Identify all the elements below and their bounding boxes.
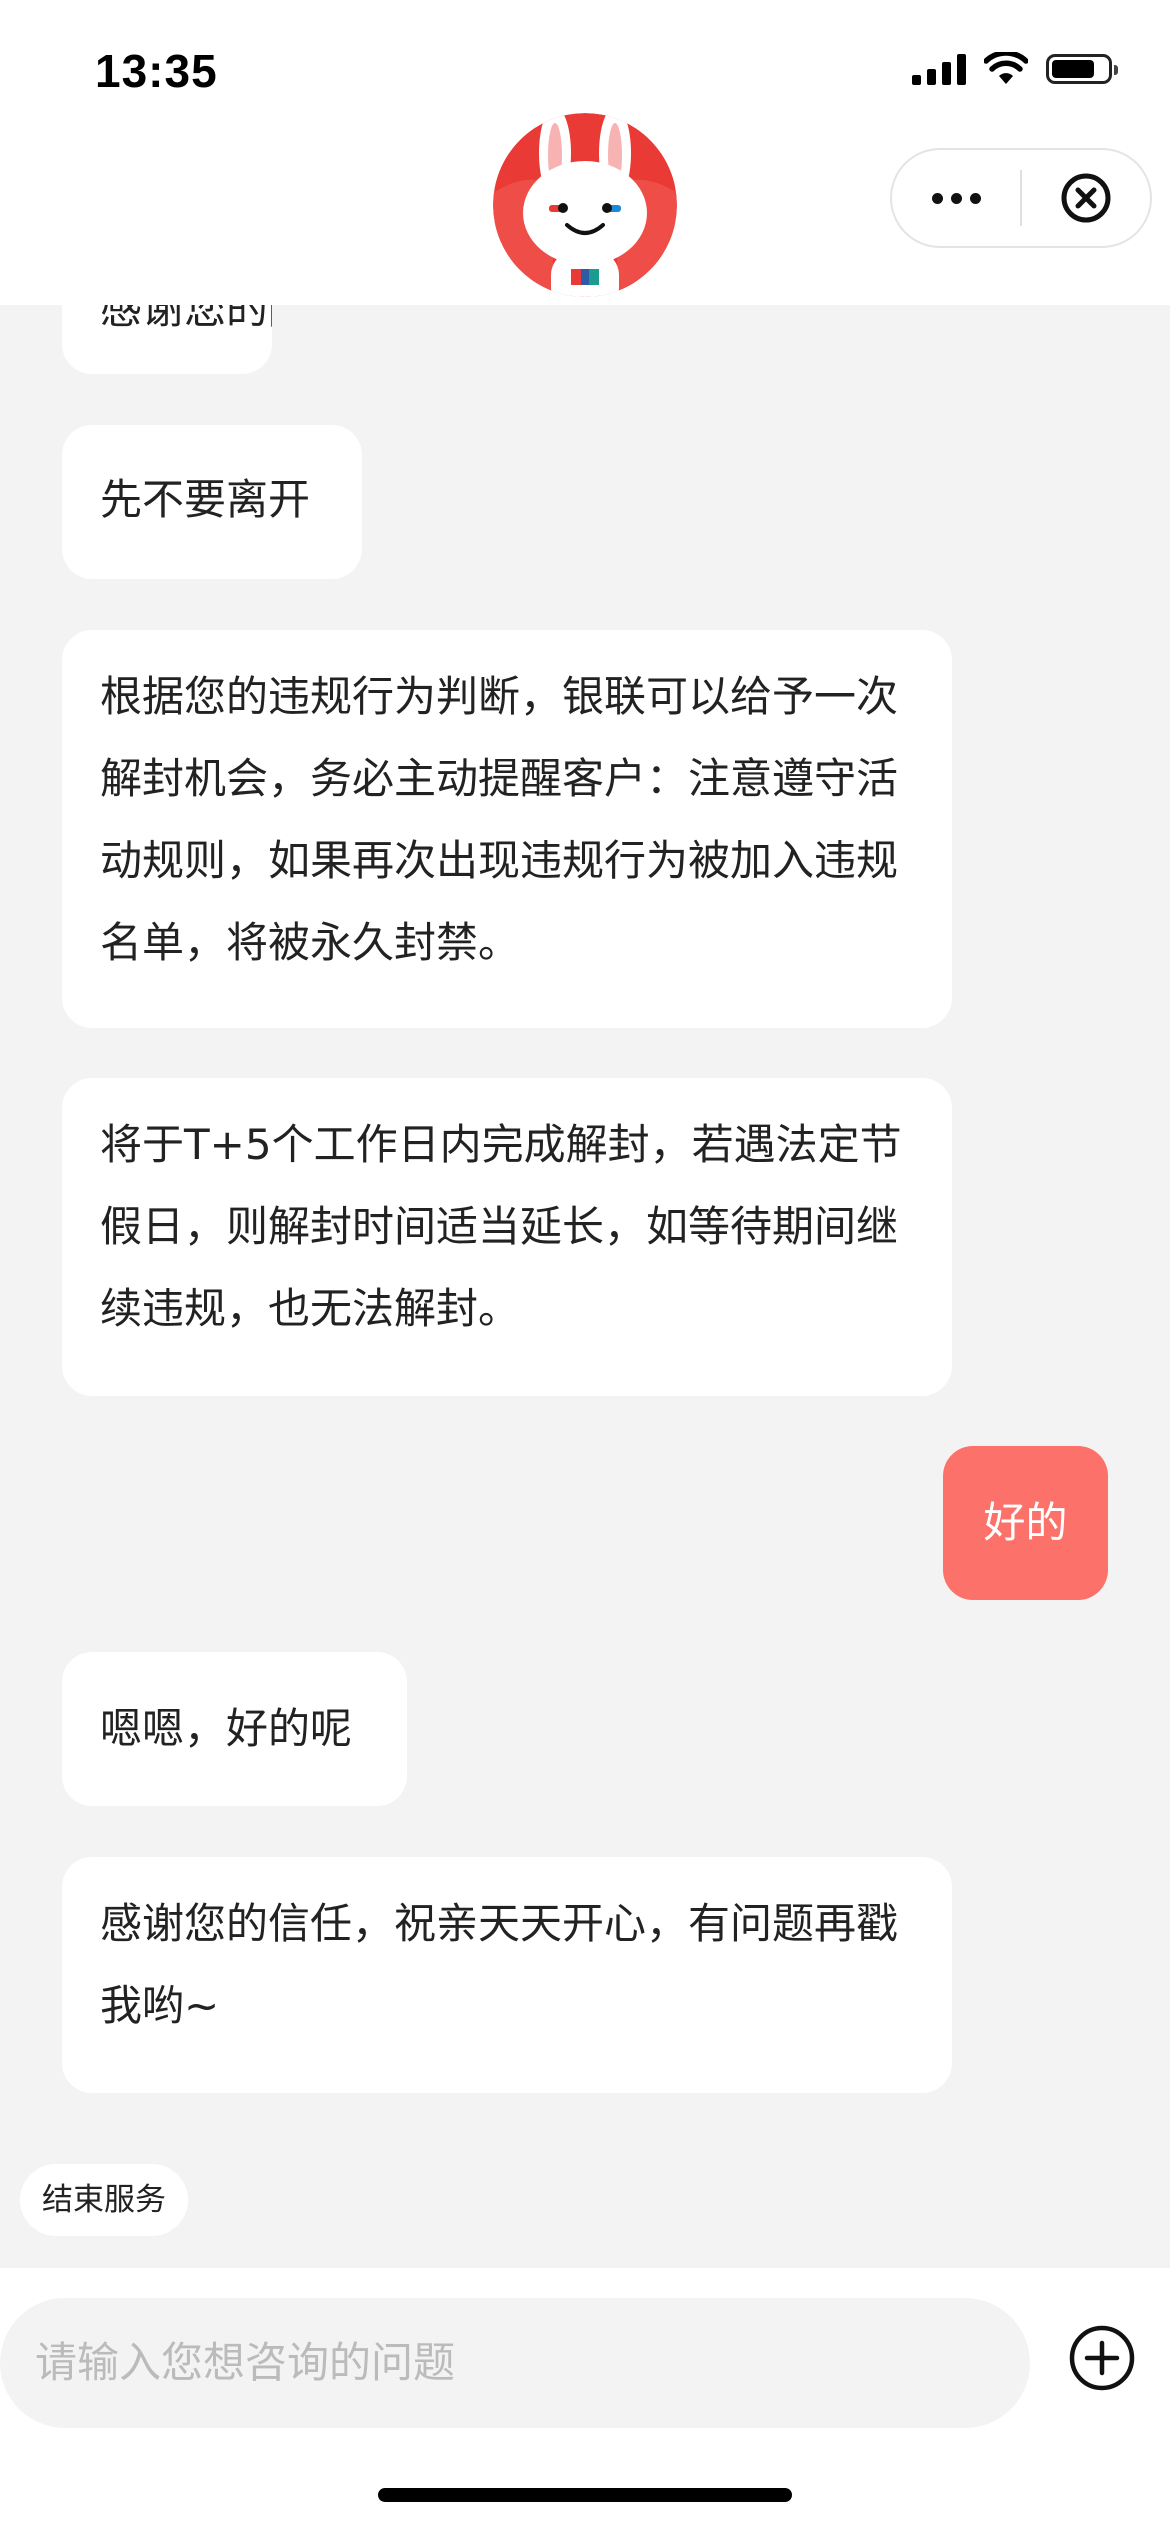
battery-icon: [1046, 54, 1118, 84]
status-time: 13:35: [95, 45, 218, 97]
wifi-icon: [984, 52, 1028, 84]
close-button[interactable]: [1022, 150, 1150, 246]
message-text: 好的: [983, 1498, 1068, 1547]
message-text: 根据您的违规行为判断，银联可以给予一次解封机会，务必主动提醒客户：注意遵守活动规…: [100, 672, 899, 967]
message-text: 将于T+5个工作日内完成解封，若遇法定节假日，则解封时间适当延长，如等待期间继续…: [100, 1120, 902, 1333]
agent-message: 将于T+5个工作日内完成解封，若遇法定节假日，则解封时间适当延长，如等待期间继续…: [62, 1078, 952, 1396]
assistant-avatar[interactable]: [493, 113, 677, 297]
home-indicator: [378, 2488, 792, 2502]
agent-message: 根据您的违规行为判断，银联可以给予一次解封机会，务必主动提醒客户：注意遵守活动规…: [62, 630, 952, 1028]
agent-message: 嗯嗯，好的呢: [62, 1652, 407, 1806]
ellipsis-icon: [931, 192, 943, 204]
message-text: 先不要离开: [100, 475, 311, 524]
status-icons: [912, 52, 1118, 86]
cellular-signal-icon: [912, 53, 966, 85]
question-input[interactable]: [0, 2298, 1030, 2428]
end-service-button[interactable]: 结束服务: [20, 2164, 188, 2236]
input-bar: [0, 2268, 1170, 2532]
close-circle-icon: [1061, 173, 1111, 223]
add-button[interactable]: [1067, 2323, 1137, 2393]
top-bar: 13:35: [0, 0, 1170, 305]
agent-message: 感谢您的信任，祝亲天天开心，有问题再戳我哟~: [62, 1857, 952, 2093]
agent-message: 先不要离开: [62, 425, 362, 579]
more-button[interactable]: [892, 150, 1020, 246]
rabbit-mascot-icon: [493, 113, 677, 297]
plus-circle-icon: [1069, 2325, 1135, 2391]
message-text: 嗯嗯，好的呢: [100, 1704, 353, 1753]
user-message: 好的: [943, 1446, 1108, 1600]
message-text: 感谢您的信任，祝亲天天开心，有问题再戳我哟~: [100, 1899, 899, 2030]
mini-program-capsule: [890, 148, 1152, 248]
